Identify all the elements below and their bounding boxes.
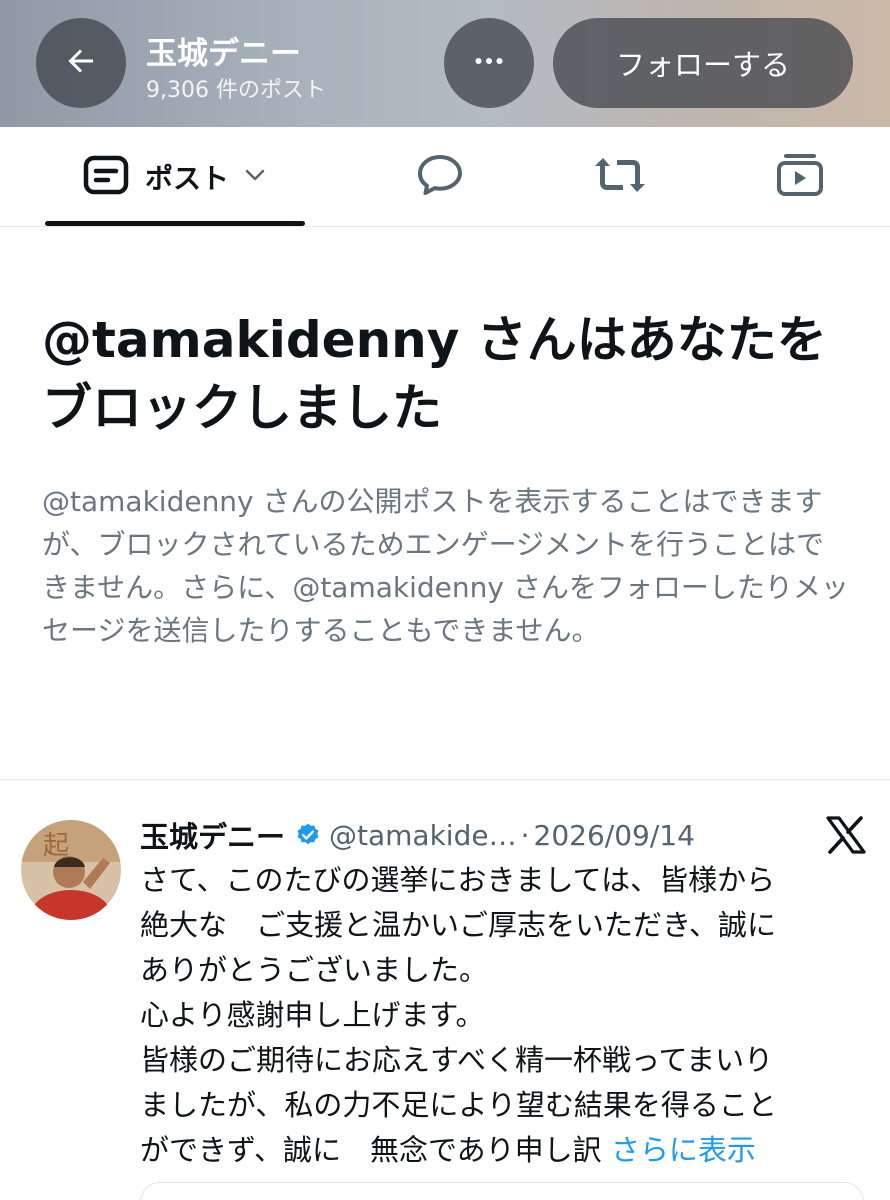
blocked-title: @tamakidenny さんはあなたをブロックしました (42, 311, 827, 437)
tweet-line: 絶大な ご支援と温かいご厚志をいただき、誠に (140, 908, 776, 942)
back-arrow-icon (63, 43, 99, 83)
x-logo-icon (826, 816, 866, 858)
back-button[interactable] (36, 18, 126, 108)
tweet-header: 玉城デニー @tamakide… · 2026/09/14 (140, 812, 695, 858)
divider (0, 779, 890, 780)
header-title: 玉城デニー (146, 36, 301, 72)
tab-reposts[interactable] (580, 127, 660, 227)
tab-posts-label: ポスト (144, 162, 229, 195)
active-tab-indicator (45, 221, 305, 226)
more-icon (471, 43, 507, 83)
tweet-handle[interactable]: @tamakide… (329, 819, 517, 852)
tweet-author-name[interactable]: 玉城デニー (140, 814, 285, 856)
tweet-text: さて、このたびの選挙におきましては、皆様から 絶大な ご支援と温かいご厚志をいた… (140, 858, 860, 1173)
media-card[interactable] (140, 1182, 864, 1200)
tweet-line: ができず、誠に 無念であり申し訳 (140, 1133, 602, 1167)
tab-replies[interactable] (400, 127, 480, 227)
repost-icon (592, 152, 648, 202)
avatar[interactable]: 起 (21, 820, 121, 920)
tweet-line: 心より感謝申し上げます。 (140, 998, 485, 1032)
tab-media[interactable] (760, 127, 840, 227)
tweet-line: 皆様のご期待にお応えすべく精一杯戦ってまいり (140, 1043, 774, 1077)
tweet-date[interactable]: 2026/09/14 (534, 819, 695, 852)
post-format-icon (83, 155, 129, 199)
show-more-link[interactable]: さらに表示 (611, 1133, 756, 1167)
chevron-down-icon (243, 163, 267, 191)
blocked-description: @tamakidenny さんの公開ポストを表示することはできますが、ブロックさ… (42, 485, 849, 647)
reply-icon (416, 152, 464, 202)
tweet-line: ありがとうございました。 (140, 953, 489, 987)
tweet-line-last: ができず、誠に 無念であり申し訳 さらに表示 (140, 1128, 860, 1173)
profile-tabs: ポスト (0, 127, 890, 227)
more-button[interactable] (444, 18, 534, 108)
tweet-line: さて、このたびの選挙におきましては、皆様から (140, 863, 776, 897)
media-icon (776, 152, 824, 202)
tweet-line: ましたが、私の力不足により望む結果を得ること (140, 1088, 777, 1122)
follow-button[interactable]: フォローする (553, 18, 853, 108)
verified-badge-icon (295, 822, 321, 848)
tab-posts[interactable]: ポスト (45, 127, 305, 227)
post-count: 9,306 件のポスト (146, 78, 326, 103)
tweet-separator: · (520, 818, 530, 852)
